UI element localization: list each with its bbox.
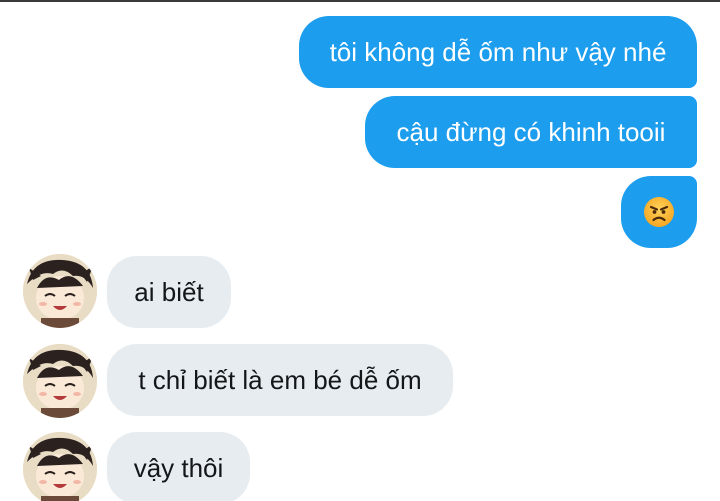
angry-face-icon [644,197,674,227]
top-divider [0,0,720,2]
avatar[interactable] [23,254,97,328]
outgoing-emoji-bubble[interactable] [621,176,697,248]
avatar[interactable] [23,432,97,501]
outgoing-message-bubble[interactable]: tôi không dễ ốm như vậy nhé [299,16,697,88]
avatar[interactable] [23,344,97,418]
incoming-message-bubble[interactable]: vậy thôi [107,432,250,501]
incoming-message-bubble[interactable]: t chỉ biết là em bé dễ ốm [107,344,453,416]
incoming-message-bubble[interactable]: ai biết [107,256,231,328]
outgoing-message-bubble[interactable]: cậu đừng có khinh tooii [365,96,697,168]
chat-screen: tôi không dễ ốm như vậy nhé cậu đừng có … [0,0,720,501]
